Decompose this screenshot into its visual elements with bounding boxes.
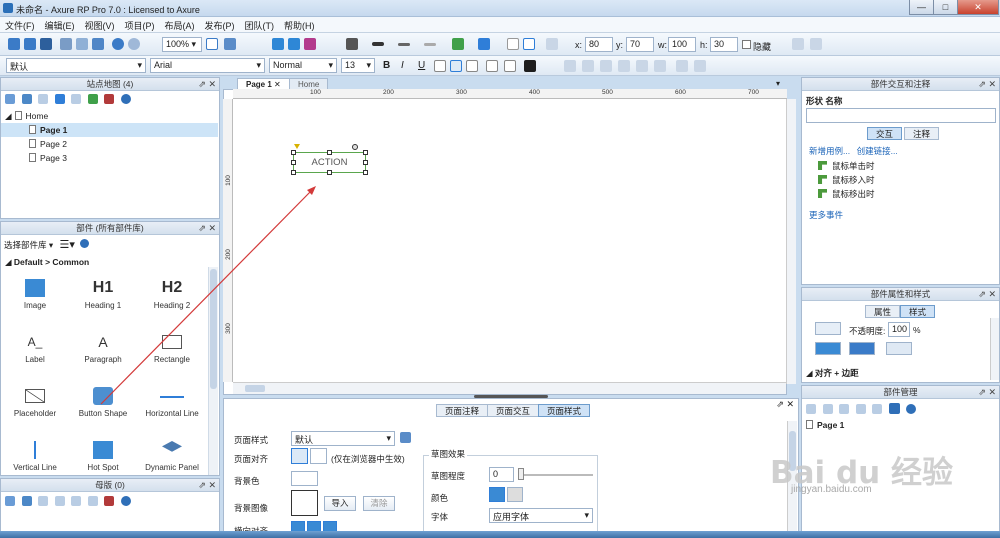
shadow-picker[interactable] [815, 342, 841, 355]
page-properties-panel: ⇗ ✕ 页面注释 页面交互 页面样式 页面样式 默认 ▾ 页面对齐 (仅在浏览器中… [223, 395, 799, 538]
os-taskbar [0, 531, 1000, 538]
outline-item-page-1[interactable]: Page 1 [806, 420, 844, 430]
align-left-page-icon[interactable] [291, 448, 308, 464]
align-center-page-icon[interactable] [310, 448, 327, 464]
bg-image-preview[interactable] [291, 490, 318, 516]
interactions-title: 部件交互和注释 [870, 79, 931, 89]
event-label: 鼠标移出时 [832, 189, 875, 199]
event-onclick[interactable]: 鼠标单击时 [818, 160, 875, 172]
page-align-note: (仅在浏览器中生效) [331, 454, 405, 464]
import-button[interactable]: 导入 [324, 496, 356, 511]
page-style-value: 默认 [295, 435, 314, 445]
style-header: 部件属性和样式 ⇗ ✕ [802, 288, 999, 301]
page-icon [806, 420, 813, 429]
outline-item-label: Page 1 [817, 420, 845, 430]
border-picker[interactable] [849, 342, 875, 355]
tab-properties[interactable]: 属性 [865, 305, 901, 318]
filter-icon[interactable] [888, 403, 900, 414]
panel-close-icon[interactable]: ⇗ ✕ [978, 78, 996, 90]
opacity-input[interactable]: 100 [888, 322, 910, 337]
new-case-link[interactable]: 新增用例... [809, 146, 850, 156]
panel-close-icon[interactable]: ⇗ ✕ [978, 288, 996, 300]
outline-toolbar [806, 403, 917, 416]
delete-icon[interactable] [872, 404, 883, 414]
tab-style[interactable]: 样式 [900, 305, 936, 318]
shape-label: 形状 [806, 96, 824, 106]
clear-button[interactable]: 清除 [363, 496, 395, 511]
tab-page-style[interactable]: 页面样式 [538, 404, 591, 417]
sketch-degree-label: 草图程度 [431, 471, 466, 481]
interactions-header: 部件交互和注释 ⇗ ✕ [802, 78, 999, 91]
sketch-font-select[interactable]: 应用字体 ▾ [489, 508, 593, 523]
event-label: 鼠标单击时 [832, 161, 875, 171]
fill-color-picker[interactable] [815, 322, 841, 335]
event-icon [818, 189, 827, 198]
interactions-panel: 部件交互和注释 ⇗ ✕ 形状 名称 交互 注释 新增用例... 创建链接... … [801, 77, 1000, 285]
create-link-link[interactable]: 创建链接... [857, 146, 898, 156]
widget-name-input[interactable] [806, 108, 996, 123]
outline-title: 部件管理 [883, 387, 918, 397]
more-events-link[interactable]: 更多事件 [809, 209, 843, 221]
tab-notes[interactable]: 注释 [904, 127, 940, 140]
panel-close-icon[interactable]: ⇗ ✕ [978, 386, 996, 398]
event-label: 鼠标移入时 [832, 175, 875, 185]
event-onmouseout[interactable]: 鼠标移出时 [818, 188, 875, 200]
move-down-icon[interactable] [855, 404, 866, 414]
tab-interactions[interactable]: 交互 [867, 127, 903, 140]
style-panel: 部件属性和样式 ⇗ ✕ 属性 样式 不透明度: 100 % ◢ 对齐 + 边距 [801, 287, 1000, 383]
event-icon [818, 175, 827, 184]
expand-icon: ◢ [806, 368, 813, 378]
opacity-unit: % [913, 325, 921, 335]
sketch-degree-input[interactable]: 0 [489, 467, 514, 482]
edit-style-icon[interactable] [400, 432, 411, 443]
page-align-label: 页面对齐 [234, 454, 269, 464]
tab-page-interactions[interactable]: 页面交互 [487, 404, 540, 417]
search-icon[interactable] [906, 404, 917, 414]
panel-close-icon[interactable]: ⇗ ✕ [776, 399, 794, 410]
text-shadow-picker[interactable] [886, 342, 912, 355]
align-padding-section[interactable]: ◢ 对齐 + 边距 [806, 367, 859, 379]
align-section-label: 对齐 + 边距 [814, 368, 859, 378]
name-label: 名称 [825, 96, 843, 106]
opacity-label: 不透明度: [849, 326, 886, 336]
style-scrollbar[interactable] [990, 318, 999, 380]
outline-add-icon[interactable] [806, 404, 816, 414]
bg-color-picker[interactable] [291, 471, 318, 486]
watermark-url: jingyan.baidu.com [791, 484, 872, 495]
page-style-label: 页面样式 [234, 435, 269, 445]
outline-header: 部件管理 ⇗ ✕ [802, 386, 999, 399]
page-style-select[interactable]: 默认 ▾ [291, 431, 395, 446]
event-icon [818, 161, 827, 170]
shape-name-heading: 形状 名称 [806, 95, 842, 107]
grayscale-mode-icon[interactable] [507, 487, 523, 502]
style-title: 部件属性和样式 [870, 289, 931, 299]
color-label: 颜色 [431, 493, 449, 503]
bg-color-label: 背景色 [234, 476, 260, 486]
splitter-grip[interactable] [474, 395, 548, 398]
case-links: 新增用例... 创建链接... [809, 145, 898, 157]
sketch-font-value: 应用字体 [493, 512, 530, 522]
font-label: 字体 [431, 512, 449, 522]
color-mode-icon[interactable] [489, 487, 505, 502]
sketch-slider-thumb[interactable] [518, 468, 524, 480]
outline-folder-icon[interactable] [822, 404, 833, 414]
bg-image-label: 背景图像 [234, 503, 269, 513]
event-onmouseenter[interactable]: 鼠标移入时 [818, 174, 875, 186]
sketch-title: 草图效果 [429, 448, 468, 460]
move-up-icon[interactable] [839, 404, 850, 414]
sketch-slider-track[interactable] [519, 474, 593, 476]
tab-page-notes[interactable]: 页面注释 [436, 404, 489, 417]
